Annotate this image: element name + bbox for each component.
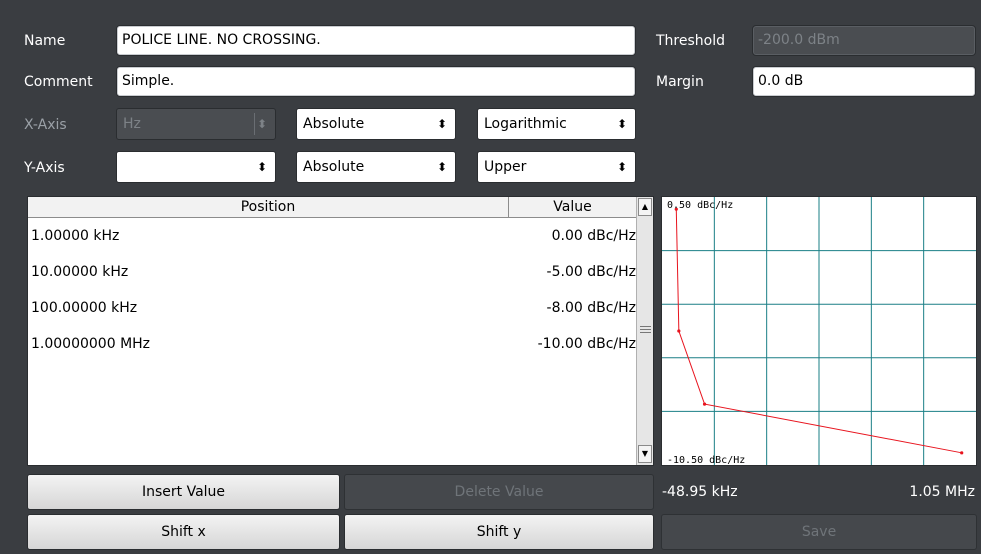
- x-axis-scaling-select[interactable]: Absolute ⬍: [296, 108, 456, 140]
- x-axis-scaling-value: Absolute: [303, 116, 365, 132]
- y-top-label: 0.50 dBc/Hz: [667, 200, 733, 211]
- x-axis-unit-value: Hz: [123, 116, 141, 132]
- limit-line-chart: 0.50 dBc/Hz -10.50 dBc/Hz: [662, 197, 976, 465]
- table-row[interactable]: 10.00000 kHz -5.00 dBc/Hz: [28, 254, 636, 290]
- table-row[interactable]: 1.00000 kHz 0.00 dBc/Hz: [28, 218, 636, 254]
- comment-input[interactable]: Simple.: [116, 66, 636, 97]
- row-position: 100.00000 kHz: [31, 300, 138, 316]
- margin-input[interactable]: 0.0 dB: [752, 66, 976, 97]
- limit-point-4: [960, 451, 964, 455]
- graph-grid: [662, 197, 976, 465]
- updown-arrow-icon: ⬍: [256, 117, 267, 131]
- limit-line-graph: 0.50 dBc/Hz -10.50 dBc/Hz: [661, 196, 977, 466]
- shift-y-button[interactable]: Shift y: [344, 514, 654, 550]
- table-scrollbar[interactable]: ▲ ▼: [636, 197, 653, 465]
- row-value: 0.00 dBc/Hz: [551, 228, 636, 244]
- shift-x-button[interactable]: Shift x: [27, 514, 340, 550]
- table-row[interactable]: 1.00000000 MHz -10.00 dBc/Hz: [28, 326, 636, 362]
- scroll-up-icon[interactable]: ▲: [638, 198, 652, 216]
- threshold-input[interactable]: -200.0 dBm: [752, 25, 976, 56]
- position-column-header[interactable]: Position: [28, 197, 509, 217]
- comment-label: Comment: [24, 74, 93, 90]
- x-axis-unit-select[interactable]: Hz ⬍: [116, 108, 276, 140]
- y-axis-scaling-select[interactable]: Absolute ⬍: [296, 151, 456, 183]
- name-label: Name: [24, 33, 66, 49]
- scroll-down-icon[interactable]: ▼: [638, 445, 652, 463]
- save-button[interactable]: Save: [661, 514, 977, 550]
- x-axis-spacing-select[interactable]: Logarithmic ⬍: [477, 108, 636, 140]
- y-bottom-label: -10.50 dBc/Hz: [667, 455, 745, 465]
- updown-arrow-icon: ⬍: [436, 160, 447, 174]
- y-axis-label: Y-Axis: [24, 160, 65, 176]
- row-value: -10.00 dBc/Hz: [537, 336, 636, 352]
- threshold-label: Threshold: [656, 33, 725, 49]
- updown-arrow-icon: ⬍: [616, 117, 627, 131]
- x-axis-label: X-Axis: [24, 117, 67, 133]
- row-position: 10.00000 kHz: [31, 264, 129, 280]
- value-column-header[interactable]: Value: [509, 197, 636, 217]
- updown-arrow-icon: ⬍: [616, 160, 627, 174]
- table-row[interactable]: 100.00000 kHz -8.00 dBc/Hz: [28, 290, 636, 326]
- margin-label: Margin: [656, 74, 704, 90]
- insert-value-button[interactable]: Insert Value: [27, 474, 340, 510]
- delete-value-button[interactable]: Delete Value: [344, 474, 654, 510]
- row-value: -5.00 dBc/Hz: [546, 264, 636, 280]
- updown-arrow-icon: ⬍: [256, 160, 267, 174]
- limit-table: Position Value 1.00000 kHz 0.00 dBc/Hz 1…: [27, 196, 654, 466]
- updown-arrow-icon: ⬍: [436, 117, 447, 131]
- table-header: Position Value: [28, 197, 636, 218]
- y-axis-type-select[interactable]: Upper ⬍: [477, 151, 636, 183]
- x-left-label: -48.95 kHz: [662, 484, 738, 500]
- scroll-grip-icon[interactable]: [640, 326, 651, 333]
- row-position: 1.00000000 MHz: [31, 336, 151, 352]
- y-axis-unit-select[interactable]: ⬍: [116, 151, 276, 183]
- name-input[interactable]: POLICE LINE. NO CROSSING.: [116, 25, 636, 56]
- x-right-label: 1.05 MHz: [909, 484, 975, 500]
- y-axis-scaling-value: Absolute: [303, 159, 365, 175]
- combo-separator: [254, 113, 255, 135]
- limit-point-2: [677, 329, 681, 333]
- row-value: -8.00 dBc/Hz: [546, 300, 636, 316]
- y-axis-type-value: Upper: [484, 159, 527, 175]
- x-axis-spacing-value: Logarithmic: [484, 116, 567, 132]
- row-position: 1.00000 kHz: [31, 228, 120, 244]
- limit-point-3: [702, 402, 707, 406]
